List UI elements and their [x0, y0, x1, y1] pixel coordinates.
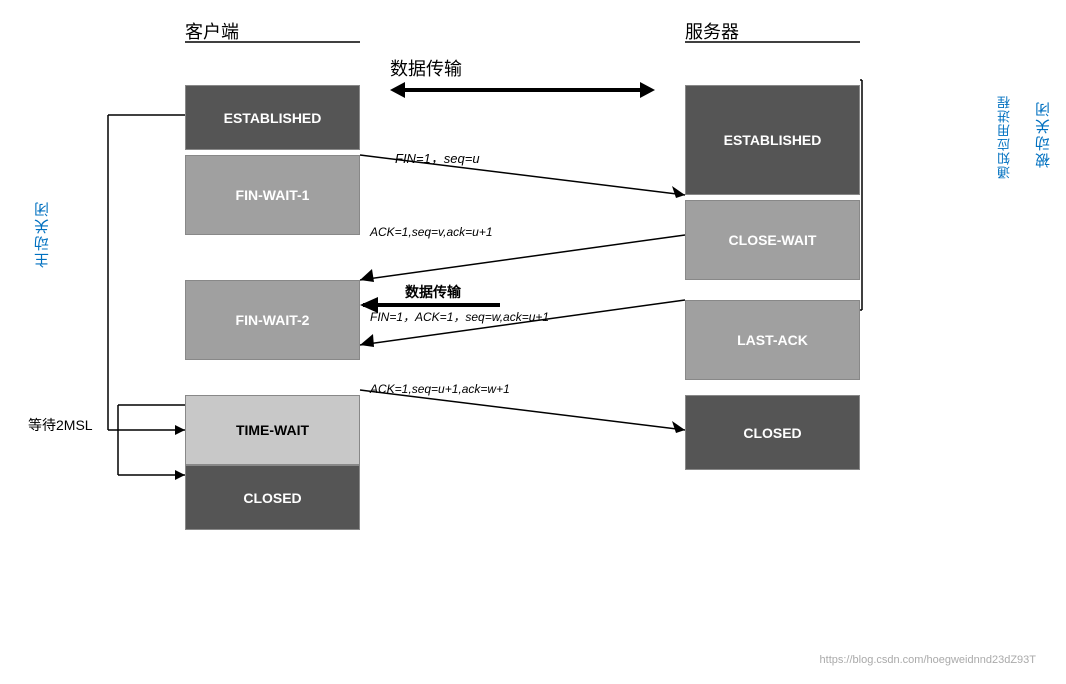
label-wait2msl: 等待2MSL — [28, 415, 93, 435]
state-fin-wait-2: FIN-WAIT-2 — [185, 280, 360, 360]
label-data-transfer: 数据传输 — [390, 55, 462, 81]
label-notify: 通知应用进程 — [995, 95, 1014, 179]
arrow-label-4: ACK=1,seq=u+1,ack=w+1 — [370, 382, 510, 396]
state-fin-wait-1: FIN-WAIT-1 — [185, 155, 360, 235]
label-server: 服务器 — [685, 18, 739, 44]
state-established-client: ESTABLISHED — [185, 85, 360, 150]
watermark: https://blog.csdn.com/hoegweidnnd23dZ93T — [820, 654, 1036, 666]
state-closed-client: CLOSED — [185, 465, 360, 530]
arrow-label-2: ACK=1,seq=v,ack=u+1 — [370, 225, 493, 239]
arrow-label-3: FIN=1，ACK=1，seq=w,ack=u+1 — [370, 308, 549, 325]
arrow-label-1: FIN=1，seq=u — [395, 148, 480, 167]
label-active-close: 主动关闭 — [32, 200, 53, 268]
label-passive-close: 被动关闭 — [1033, 100, 1054, 168]
label-client: 客户端 — [185, 18, 239, 44]
state-closed-server: CLOSED — [685, 395, 860, 470]
arrow-label-data: 数据传输 — [405, 282, 461, 302]
state-close-wait: CLOSE-WAIT — [685, 200, 860, 280]
diagram-container: 客户端 服务器 — [0, 0, 1066, 684]
diagram-svg — [0, 0, 1066, 684]
state-established-server: ESTABLISHED — [685, 85, 860, 195]
state-time-wait: TIME-WAIT — [185, 395, 360, 465]
state-last-ack: LAST-ACK — [685, 300, 860, 380]
